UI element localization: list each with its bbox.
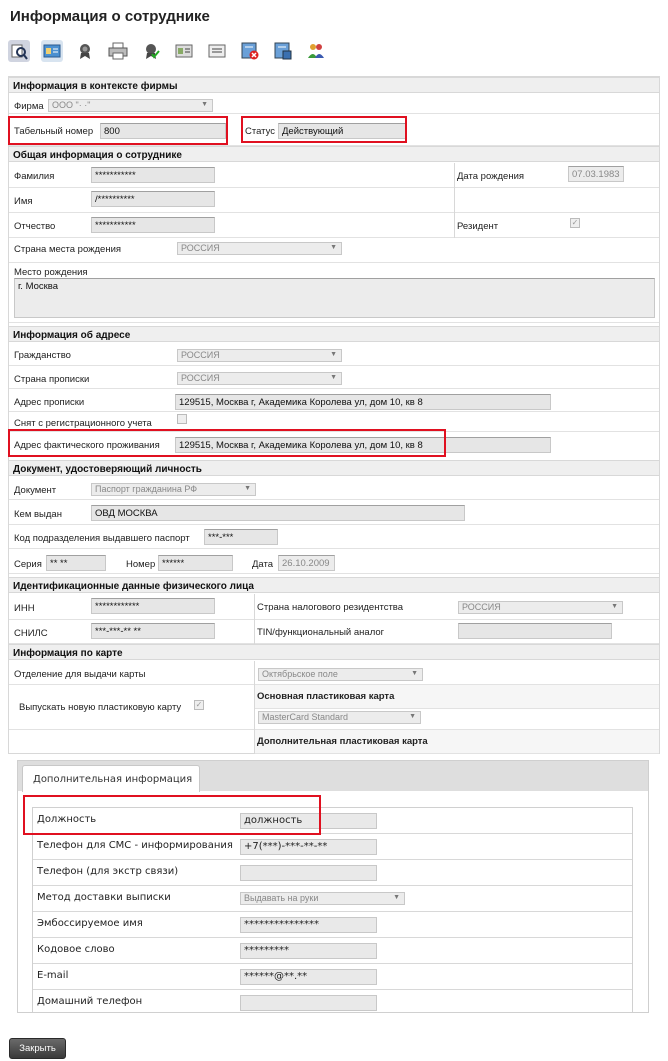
reg-country-label: Страна прописки — [14, 374, 90, 385]
branch-label: Отделение для выдачи карты — [14, 669, 146, 680]
section-ident: Идентификационные данные физического лиц… — [9, 577, 659, 593]
extra-card-label: Дополнительная пластиковая карта — [257, 736, 428, 747]
tin-label: TIN/функциональный аналог — [257, 627, 385, 638]
reg-address-field[interactable]: 129515, Москва г, Академика Королева ул,… — [175, 394, 551, 410]
id-card-2-icon[interactable] — [173, 40, 195, 62]
number-label: Номер — [126, 559, 156, 570]
main-card-select[interactable]: MasterCard Standard — [258, 711, 421, 724]
firm-select[interactable]: ООО "· ·" — [48, 99, 213, 112]
emergency-phone-label: Телефон (для экстр связи) — [37, 866, 179, 877]
firm-label: Фирма — [14, 101, 44, 112]
highlight-status — [241, 116, 407, 143]
birth-place-field[interactable]: г. Москва — [14, 278, 655, 318]
name-label: Имя — [14, 196, 33, 207]
snils-field[interactable]: ***-***-** ** — [91, 623, 215, 639]
patronymic-field[interactable]: *********** — [91, 217, 215, 233]
birth-country-select[interactable]: РОССИЯ — [177, 242, 342, 255]
sms-phone-label: Телефон для СМС - информирования — [37, 840, 233, 851]
series-label: Серия — [14, 559, 42, 570]
search-doc-icon[interactable] — [8, 40, 30, 62]
issue-new-label: Выпускать новую пластиковую карту — [19, 702, 182, 713]
delivery-method-select[interactable]: Выдавать на руки — [240, 892, 405, 905]
resident-checkbox[interactable]: ✓ — [570, 218, 580, 228]
branch-select[interactable]: Октябрьское поле — [258, 668, 423, 681]
issue-new-checkbox[interactable]: ✓ — [194, 700, 204, 710]
highlight-tab-number — [8, 116, 228, 145]
date-label: Дата — [252, 559, 274, 570]
section-document: Документ, удостоверяющий личность — [9, 460, 659, 476]
award-icon[interactable] — [74, 40, 96, 62]
delete-doc-icon[interactable] — [239, 40, 261, 62]
deregistered-checkbox[interactable] — [177, 414, 187, 424]
birth-date-field[interactable]: 07.03.1983 — [568, 166, 624, 182]
award-check-icon[interactable] — [140, 40, 162, 62]
email-field[interactable]: ******@**.** — [240, 969, 377, 985]
resident-label: Резидент — [457, 221, 499, 232]
tin-field[interactable] — [458, 623, 612, 639]
issued-by-label: Кем выдан — [14, 509, 62, 520]
citizenship-select[interactable]: РОССИЯ — [177, 349, 342, 362]
users-icon[interactable] — [305, 40, 327, 62]
home-phone-field[interactable] — [240, 995, 377, 1011]
close-button[interactable]: Закрыть — [9, 1038, 66, 1059]
deregistered-label: Снят с регистрационного учета — [14, 418, 152, 429]
document-icon[interactable] — [206, 40, 228, 62]
inn-label: ИНН — [14, 603, 35, 614]
dept-code-label: Код подразделения выдавшего паспорт — [14, 533, 190, 544]
section-firm: Информация в контексте фирмы — [9, 77, 659, 93]
section-card: Информация по карте — [9, 644, 659, 660]
birth-place-label: Место рождения — [14, 267, 88, 278]
emergency-phone-field[interactable] — [240, 865, 377, 881]
inn-field[interactable]: ************ — [91, 598, 215, 614]
toolbar — [8, 40, 338, 62]
tab-extra-info[interactable]: Дополнительная информация — [22, 765, 200, 792]
surname-label: Фамилия — [14, 171, 55, 182]
citizenship-label: Гражданство — [14, 350, 71, 361]
number-field[interactable]: ****** — [158, 555, 233, 571]
code-word-field[interactable]: ********* — [240, 943, 377, 959]
section-general: Общая информация о сотруднике — [9, 146, 659, 162]
tax-country-select[interactable]: РОССИЯ — [458, 601, 623, 614]
main-card-label: Основная пластиковая карта — [257, 691, 395, 702]
home-phone-label: Домашний телефон — [37, 996, 143, 1007]
surname-field[interactable]: *********** — [91, 167, 215, 183]
dept-code-field[interactable]: ***-*** — [204, 529, 278, 545]
id-card-icon[interactable] — [41, 40, 63, 62]
delivery-method-label: Метод доставки выписки — [37, 892, 171, 903]
doc-select[interactable]: Паспорт гражданина РФ — [91, 483, 256, 496]
highlight-position — [23, 795, 321, 835]
employee-form: Информация в контексте фирмы Фирма ООО "… — [8, 76, 660, 754]
embossed-name-label: Эмбоссируемое имя — [37, 918, 143, 929]
printer-icon[interactable] — [107, 40, 129, 62]
date-field[interactable]: 26.10.2009 — [278, 555, 335, 571]
issued-by-field[interactable]: ОВД МОСКВА — [91, 505, 465, 521]
birth-country-label: Страна места рождения — [14, 244, 122, 255]
section-address: Информация об адресе — [9, 326, 659, 342]
doc-save-icon[interactable] — [272, 40, 294, 62]
series-field[interactable]: ** ** — [46, 555, 106, 571]
birth-date-label: Дата рождения — [457, 171, 525, 182]
snils-label: СНИЛС — [14, 628, 48, 639]
page-title: Информация о сотруднике — [10, 8, 210, 25]
name-field[interactable]: /********** — [91, 191, 215, 207]
highlight-actual-address — [8, 429, 446, 457]
code-word-label: Кодовое слово — [37, 944, 115, 955]
extra-info-table: Должность должность Телефон для СМС - инф… — [32, 807, 633, 1013]
patronymic-label: Отчество — [14, 221, 56, 232]
reg-country-select[interactable]: РОССИЯ — [177, 372, 342, 385]
reg-address-label: Адрес прописки — [14, 397, 85, 408]
embossed-name-field[interactable]: *************** — [240, 917, 377, 933]
email-label: E-mail — [37, 970, 69, 981]
doc-label: Документ — [14, 485, 57, 496]
sms-phone-field[interactable]: +7(***)-***-**-** — [240, 839, 377, 855]
tax-country-label: Страна налогового резидентства — [257, 602, 404, 613]
